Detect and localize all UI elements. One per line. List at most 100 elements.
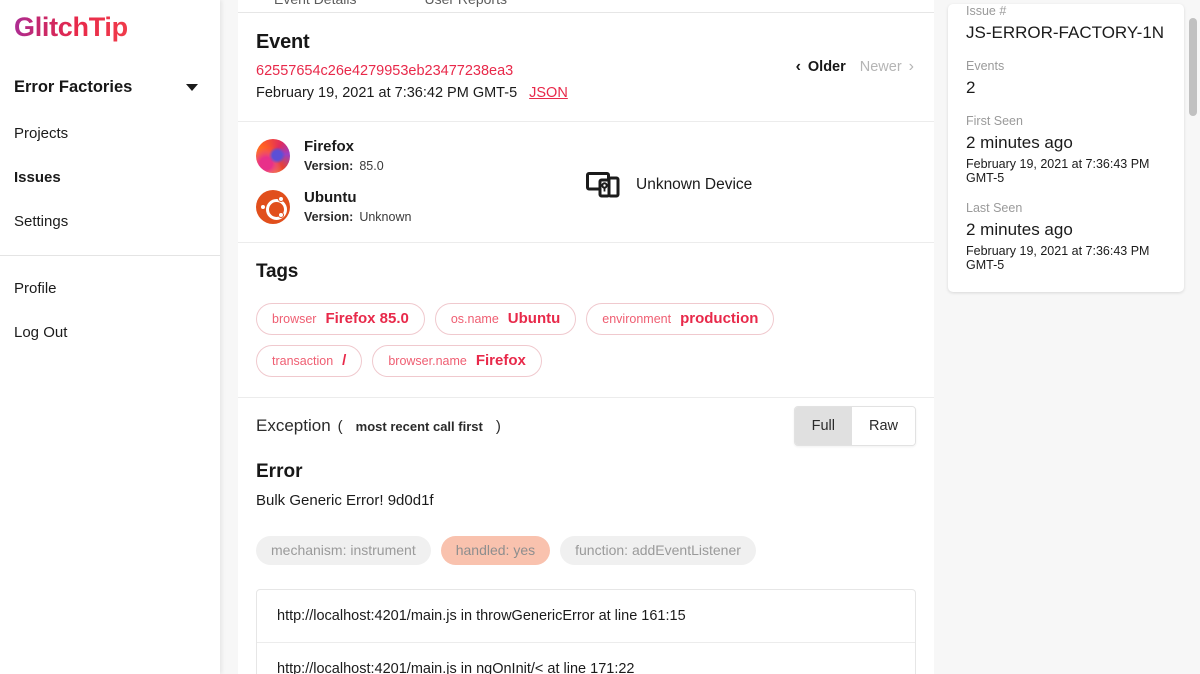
- tab-bar: Event Details User Reports: [238, 0, 934, 13]
- exception-order-note: most recent call first: [356, 419, 483, 434]
- sidebar-item-settings[interactable]: Settings: [0, 199, 220, 243]
- tab-user-reports[interactable]: User Reports: [424, 0, 506, 6]
- first-seen-value: 2 minutes ago: [966, 133, 1166, 153]
- app-logo[interactable]: GlitchTip: [0, 0, 128, 43]
- event-timestamp: February 19, 2021 at 7:36:42 PM GMT-5: [256, 85, 517, 101]
- tag-chip[interactable]: browser Firefox 85.0: [256, 303, 425, 335]
- browser-version-value: 85.0: [359, 159, 383, 173]
- browser-name: Firefox: [304, 138, 384, 155]
- browser-version-row: Version: 85.0: [304, 159, 384, 173]
- tags-section: Tags browser Firefox 85.0 os.name Ubuntu: [238, 243, 934, 398]
- tag-value: production: [680, 311, 758, 326]
- event-context: Firefox Version: 85.0: [238, 122, 934, 243]
- view-mode-raw-button[interactable]: Raw: [852, 407, 915, 445]
- issue-number-value: JS-ERROR-FACTORY-1N: [966, 23, 1166, 43]
- page-scrollbar[interactable]: [1188, 0, 1198, 674]
- tag-key: transaction: [272, 355, 333, 368]
- scrollbar-thumb[interactable]: [1189, 18, 1197, 116]
- tag-chip[interactable]: environment production: [586, 303, 774, 335]
- stack-frame[interactable]: http://localhost:4201/main.js in ngOnIni…: [257, 643, 915, 674]
- stack-frame[interactable]: http://localhost:4201/main.js in throwGe…: [257, 590, 915, 643]
- sidebar-item-label: Profile: [14, 280, 57, 297]
- firefox-icon: [256, 139, 290, 173]
- tag-chip[interactable]: browser.name Firefox: [372, 345, 542, 377]
- sidebar-item-label: Log Out: [14, 324, 67, 341]
- error-type: Error: [256, 461, 916, 483]
- context-browser: Firefox Version: 85.0: [256, 138, 586, 173]
- tag-key: os.name: [451, 313, 499, 326]
- main-columns: Event Details User Reports Event 6255765…: [220, 0, 1200, 674]
- device-name: Unknown Device: [636, 176, 752, 194]
- os-name: Ubuntu: [304, 189, 411, 206]
- last-seen-date: February 19, 2021 at 7:36:43 PM GMT-5: [966, 244, 1166, 272]
- context-software: Firefox Version: 85.0: [256, 138, 586, 224]
- tag-key: browser: [272, 313, 316, 326]
- last-seen-value: 2 minutes ago: [966, 220, 1166, 240]
- badge-handled: handled: yes: [441, 536, 550, 565]
- os-version-value: Unknown: [359, 210, 411, 224]
- org-name: Error Factories: [14, 78, 132, 97]
- exception-badges: mechanism: instrument handled: yes funct…: [256, 536, 916, 565]
- page-title: Event: [256, 31, 916, 54]
- tag-value: /: [342, 353, 346, 368]
- tag-value: Firefox 85.0: [325, 311, 408, 326]
- older-event-button[interactable]: ‹ Older: [792, 57, 850, 77]
- badge-mechanism: mechanism: instrument: [256, 536, 431, 565]
- events-label: Events: [966, 59, 1166, 73]
- event-header: Event 62557654c26e4279953eb23477238ea3 F…: [238, 13, 934, 122]
- tag-list: browser Firefox 85.0 os.name Ubuntu envi…: [256, 303, 856, 377]
- tag-value: Ubuntu: [508, 311, 560, 326]
- badge-function: function: addEventListener: [560, 536, 756, 565]
- newer-label: Newer: [860, 59, 902, 75]
- browser-version-label: Version:: [304, 159, 353, 173]
- sidebar-item-label: Issues: [14, 169, 61, 186]
- older-label: Older: [808, 59, 846, 75]
- view-mode-toggle: Full Raw: [794, 406, 916, 446]
- first-seen-date: February 19, 2021 at 7:36:43 PM GMT-5: [966, 157, 1166, 185]
- chevron-down-icon: [186, 84, 198, 91]
- sidebar-item-projects[interactable]: Projects: [0, 111, 220, 155]
- sidebar: GlitchTip Error Factories Projects Issue…: [0, 0, 220, 674]
- org-switcher[interactable]: Error Factories: [0, 65, 220, 109]
- exception-section: Exception ( most recent call first ) Ful…: [238, 398, 934, 674]
- json-link[interactable]: JSON: [529, 85, 568, 101]
- sidebar-item-issues[interactable]: Issues: [0, 155, 220, 199]
- tag-chip[interactable]: os.name Ubuntu: [435, 303, 576, 335]
- os-version-label: Version:: [304, 210, 353, 224]
- chevron-left-icon: ‹: [796, 59, 801, 75]
- error-message: Bulk Generic Error! 9d0d1f: [256, 492, 916, 509]
- event-pagination: ‹ Older Newer ›: [792, 57, 918, 77]
- tags-title: Tags: [256, 261, 916, 283]
- tag-key: browser.name: [388, 355, 467, 368]
- tag-key: environment: [602, 313, 671, 326]
- devices-icon: [586, 172, 620, 198]
- ubuntu-icon: [256, 190, 290, 224]
- last-seen-label: Last Seen: [966, 201, 1166, 215]
- sidebar-divider: [0, 255, 220, 256]
- first-seen-label: First Seen: [966, 114, 1166, 128]
- issue-summary-card: Issue # JS-ERROR-FACTORY-1N Events 2 Fir…: [948, 4, 1184, 292]
- tag-chip[interactable]: transaction /: [256, 345, 362, 377]
- events-value: 2: [966, 78, 1166, 98]
- context-device: Unknown Device: [586, 138, 752, 224]
- context-os: Ubuntu Version: Unknown: [256, 189, 586, 224]
- sidebar-account-nav: Profile Log Out: [0, 266, 220, 354]
- view-mode-full-button[interactable]: Full: [795, 407, 852, 445]
- sidebar-item-label: Settings: [14, 213, 68, 230]
- os-version-row: Version: Unknown: [304, 210, 411, 224]
- event-date-row: February 19, 2021 at 7:36:42 PM GMT-5 JS…: [256, 85, 916, 101]
- issue-sidebar: Issue # JS-ERROR-FACTORY-1N Events 2 Fir…: [934, 0, 1184, 674]
- main-region: Event Details User Reports Event 6255765…: [220, 0, 1200, 674]
- sidebar-item-profile[interactable]: Profile: [0, 266, 220, 310]
- sidebar-item-logout[interactable]: Log Out: [0, 310, 220, 354]
- issue-number-label: Issue #: [966, 4, 1166, 18]
- stack-frame-list: http://localhost:4201/main.js in throwGe…: [256, 589, 916, 674]
- app-root: GlitchTip Error Factories Projects Issue…: [0, 0, 1200, 674]
- event-panel: Event 62557654c26e4279953eb23477238ea3 F…: [238, 13, 934, 674]
- exception-title: Exception: [256, 416, 331, 436]
- paren-close: ): [496, 418, 501, 435]
- tag-value: Firefox: [476, 353, 526, 368]
- sidebar-nav: Projects Issues Settings: [0, 111, 220, 243]
- newer-event-button[interactable]: Newer ›: [856, 57, 918, 77]
- tab-event-details[interactable]: Event Details: [274, 0, 356, 6]
